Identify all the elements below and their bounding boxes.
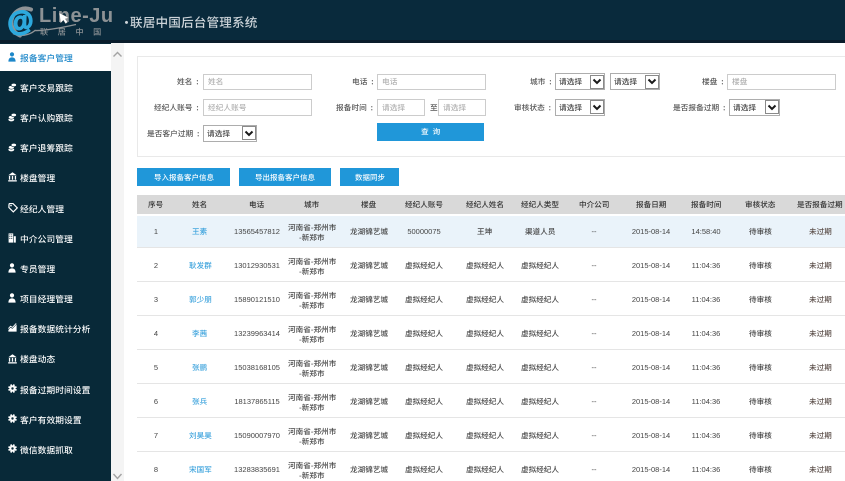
svg-text:@: @ — [5, 4, 36, 38]
